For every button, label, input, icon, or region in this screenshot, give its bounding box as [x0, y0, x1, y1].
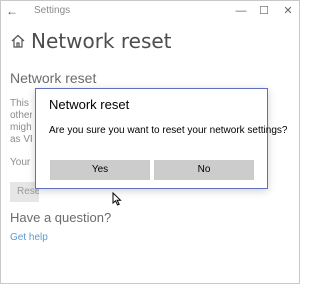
page-title: Network reset — [31, 29, 172, 53]
section-title: Network reset — [10, 70, 97, 86]
description-line: This w — [10, 98, 32, 109]
description-line: other u — [10, 110, 32, 121]
question-heading: Have a question? — [10, 210, 112, 225]
back-arrow-icon: ← — [6, 4, 18, 18]
confirm-dialog: Network reset Are you sure you want to r… — [35, 88, 287, 189]
description-line: as VPN — [10, 134, 32, 145]
close-button[interactable]: ✕ — [278, 3, 298, 19]
no-button[interactable]: No — [154, 160, 254, 180]
title-bar: ← Settings — ☐ ✕ — [1, 1, 299, 21]
app-title: Settings — [34, 5, 71, 16]
minimize-icon: — — [235, 5, 247, 17]
mouse-cursor-icon — [112, 192, 122, 206]
settings-window: ← Settings — ☐ ✕ Network reset Network r… — [0, 0, 300, 284]
get-help-link[interactable]: Get help — [10, 232, 48, 243]
maximize-icon: ☐ — [259, 5, 269, 17]
dialog-title: Network reset — [49, 97, 130, 112]
description-line: Your P — [10, 157, 32, 168]
yes-button[interactable]: Yes — [50, 160, 150, 180]
minimize-button[interactable]: — — [231, 3, 251, 19]
maximize-button[interactable]: ☐ — [254, 3, 274, 19]
back-button[interactable]: ← — [4, 3, 20, 19]
dialog-message: Are you sure you want to reset your netw… — [49, 125, 288, 136]
close-icon: ✕ — [283, 5, 293, 17]
home-icon — [11, 34, 25, 48]
description-line: might — [10, 122, 32, 133]
